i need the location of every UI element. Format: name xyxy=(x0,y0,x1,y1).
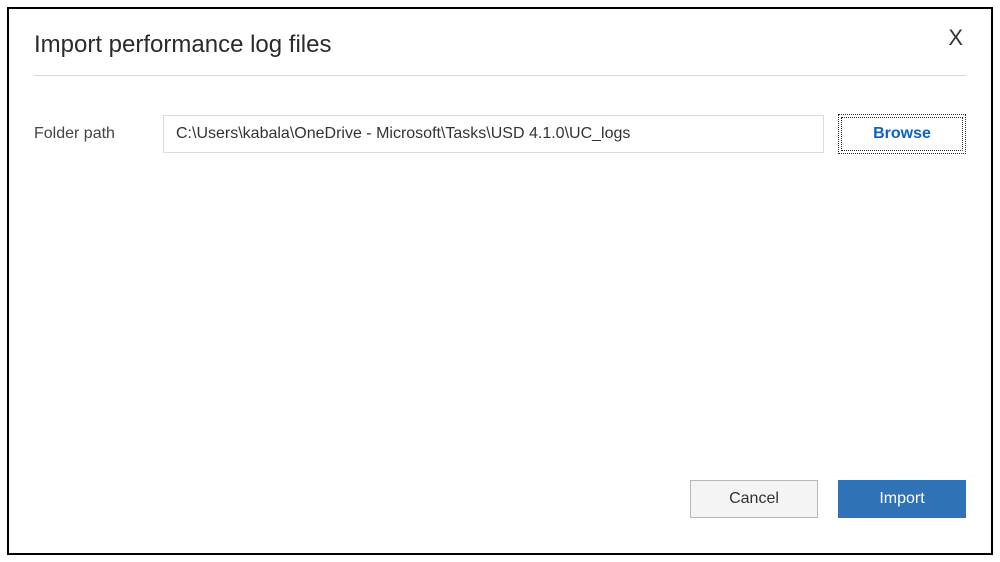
close-icon[interactable]: X xyxy=(942,27,969,49)
import-button[interactable]: Import xyxy=(838,480,966,518)
folder-path-input[interactable] xyxy=(163,115,824,153)
dialog-title: Import performance log files xyxy=(34,31,942,59)
folder-path-row: Folder path Browse xyxy=(9,76,991,154)
dialog-body-spacer xyxy=(9,154,991,480)
dialog-header: Import performance log files X xyxy=(9,9,991,59)
import-dialog: Import performance log files X Folder pa… xyxy=(7,7,993,555)
browse-button[interactable]: Browse xyxy=(838,114,966,154)
dialog-footer: Cancel Import xyxy=(9,480,991,553)
cancel-button[interactable]: Cancel xyxy=(690,480,818,518)
folder-path-label: Folder path xyxy=(34,125,149,143)
